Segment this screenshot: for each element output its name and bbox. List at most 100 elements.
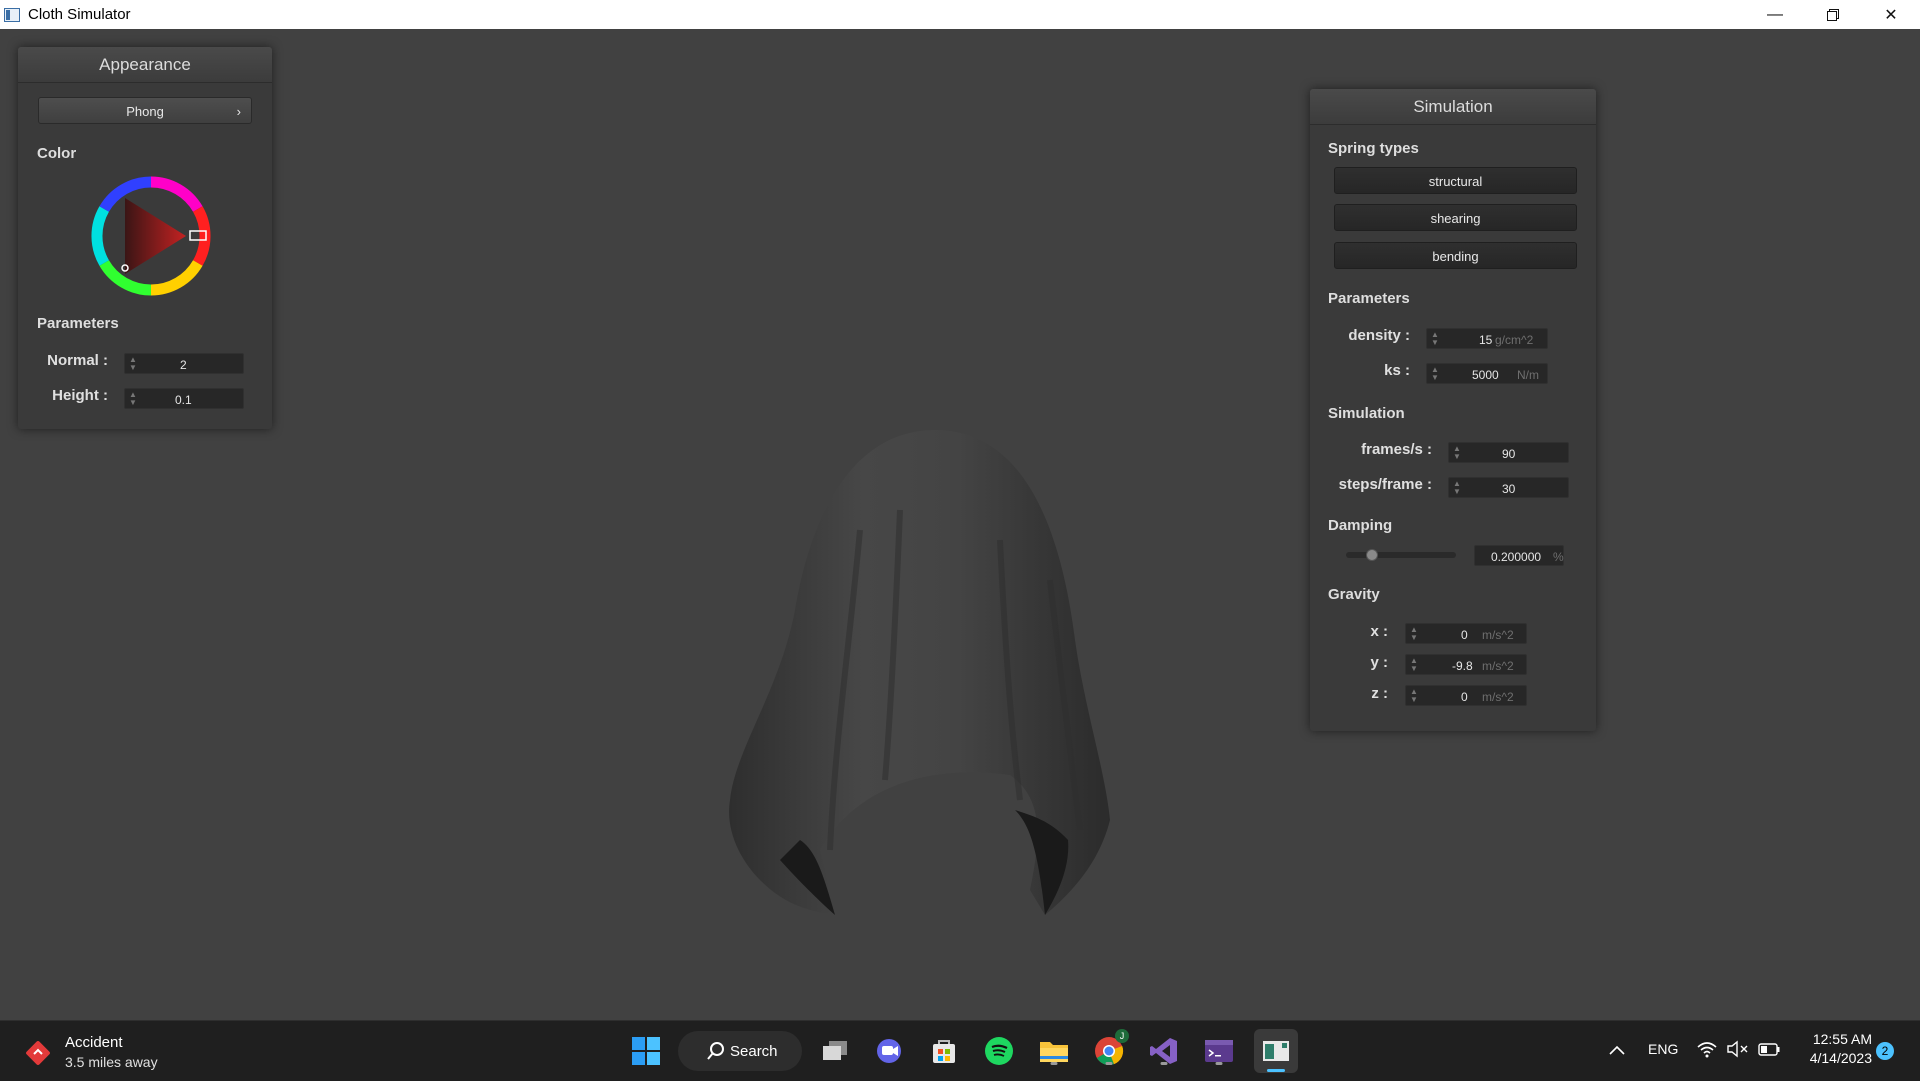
close-button[interactable]: ✕	[1862, 0, 1920, 29]
fps-value: 90	[1502, 447, 1516, 461]
gx-label: x :	[1370, 623, 1388, 640]
spinner-icon[interactable]: ▲ ▼	[1410, 657, 1418, 673]
search-button[interactable]: Search	[678, 1031, 802, 1071]
height-input[interactable]: ▲ ▼ 0.1	[124, 388, 244, 409]
title-bar: Cloth Simulator — ✕	[0, 0, 1920, 29]
spinner-icon[interactable]: ▲ ▼	[129, 391, 137, 407]
spotify-icon	[985, 1037, 1013, 1065]
normal-input[interactable]: ▲ ▼ 2	[124, 353, 244, 374]
running-indicator	[1105, 1062, 1113, 1065]
chat-icon	[877, 1039, 901, 1063]
height-label: Height :	[52, 387, 108, 404]
appearance-panel-title: Appearance	[18, 47, 272, 83]
density-input[interactable]: ▲ ▼ 15 g/cm^2	[1426, 328, 1548, 349]
terminal-icon	[1205, 1040, 1233, 1062]
spotify-button[interactable]	[981, 1033, 1017, 1069]
visual-studio-button[interactable]	[1146, 1033, 1182, 1069]
clock[interactable]: 12:55 AM 4/14/2023	[1796, 1031, 1872, 1066]
notification-badge[interactable]: 2	[1876, 1042, 1894, 1060]
sim-section-label: Simulation	[1328, 405, 1405, 422]
bending-button[interactable]: bending	[1334, 242, 1577, 269]
ks-value: 5000	[1472, 368, 1499, 382]
start-button[interactable]	[628, 1033, 664, 1069]
fps-input[interactable]: ▲ ▼ 90	[1448, 442, 1569, 463]
damping-input[interactable]: 0.200000 %	[1474, 545, 1564, 566]
damping-value: 0.200000	[1491, 550, 1542, 564]
chrome-button[interactable]: J	[1091, 1029, 1129, 1069]
gy-input[interactable]: ▲ ▼ -9.8 m/s^2	[1405, 654, 1527, 675]
show-hidden-icons-button[interactable]	[1607, 1039, 1629, 1061]
damping-slider[interactable]	[1346, 549, 1456, 561]
gz-input[interactable]: ▲ ▼ 0 m/s^2	[1405, 685, 1527, 706]
notification-subtitle: 3.5 miles away	[65, 1054, 158, 1070]
gz-value: 0	[1461, 690, 1468, 704]
cloth-viewport[interactable]	[700, 420, 1160, 940]
density-label: density :	[1348, 327, 1410, 344]
spinner-icon[interactable]: ▲ ▼	[1410, 626, 1418, 642]
gx-input[interactable]: ▲ ▼ 0 m/s^2	[1405, 623, 1527, 644]
traffic-notification[interactable]: Accident 3.5 miles away	[24, 1033, 184, 1073]
color-wheel[interactable]	[91, 176, 211, 296]
damping-slider-handle[interactable]	[1365, 549, 1378, 561]
steps-input[interactable]: ▲ ▼ 30	[1448, 477, 1569, 498]
damping-label: Damping	[1328, 517, 1393, 534]
spinner-icon[interactable]: ▲ ▼	[1431, 366, 1439, 382]
cloth-simulator-taskbar-button[interactable]	[1254, 1029, 1298, 1073]
cloth-simulator-icon	[1263, 1041, 1289, 1061]
running-indicator	[1160, 1062, 1168, 1065]
teams-chat-button[interactable]	[871, 1033, 907, 1069]
task-view-icon	[823, 1041, 847, 1060]
gy-value: -9.8	[1452, 659, 1473, 673]
language-indicator[interactable]: ENG	[1648, 1041, 1678, 1057]
appearance-panel: Appearance Phong › Color Parameters Norm…	[18, 47, 272, 429]
search-icon	[707, 1042, 724, 1060]
quick-settings-button[interactable]	[1696, 1037, 1784, 1063]
simulation-panel-title: Simulation	[1310, 89, 1596, 125]
steps-value: 30	[1502, 482, 1516, 496]
active-indicator	[1267, 1069, 1285, 1072]
appearance-params-label: Parameters	[37, 315, 119, 332]
height-value: 0.1	[175, 393, 192, 407]
folder-icon	[1040, 1042, 1068, 1062]
search-label: Search	[730, 1042, 778, 1060]
spinner-icon[interactable]: ▲ ▼	[129, 356, 137, 372]
normal-label: Normal :	[47, 352, 108, 369]
saturation-triangle[interactable]	[125, 198, 186, 274]
ks-input[interactable]: ▲ ▼ 5000 N/m	[1426, 363, 1548, 384]
spinner-icon[interactable]: ▲ ▼	[1410, 688, 1418, 704]
battery-icon	[1758, 1043, 1780, 1056]
terminal-button[interactable]	[1201, 1033, 1237, 1069]
minimize-button[interactable]: —	[1746, 0, 1804, 29]
clock-date: 4/14/2023	[1809, 1050, 1872, 1066]
shading-dropdown[interactable]: Phong ›	[38, 97, 252, 124]
app-icon	[4, 7, 20, 22]
running-indicator	[1215, 1062, 1223, 1065]
wifi-icon	[1697, 1042, 1717, 1058]
spring-types-label: Spring types	[1328, 140, 1419, 157]
normal-value: 2	[180, 358, 187, 372]
spinner-icon[interactable]: ▲ ▼	[1453, 480, 1461, 496]
spinner-icon[interactable]: ▲ ▼	[1431, 331, 1439, 347]
sim-params-label: Parameters	[1328, 290, 1410, 307]
restore-icon	[1827, 8, 1839, 21]
store-icon	[933, 1040, 955, 1063]
traffic-alert-icon	[26, 1041, 50, 1065]
chevron-right-icon: ›	[236, 104, 241, 119]
task-view-button[interactable]	[817, 1033, 853, 1069]
gz-label: z :	[1371, 685, 1388, 702]
gz-unit: m/s^2	[1482, 690, 1514, 704]
gy-unit: m/s^2	[1482, 659, 1514, 673]
structural-button[interactable]: structural	[1334, 167, 1577, 194]
simulation-panel: Simulation Spring types structural shear…	[1310, 89, 1596, 731]
microsoft-store-button[interactable]	[926, 1033, 962, 1069]
volume-muted-icon	[1727, 1040, 1748, 1058]
shading-dropdown-label: Phong	[126, 104, 164, 119]
steps-label: steps/frame :	[1338, 476, 1432, 493]
ks-unit: N/m	[1517, 368, 1539, 382]
spinner-icon[interactable]: ▲ ▼	[1453, 445, 1461, 461]
shearing-button[interactable]: shearing	[1334, 204, 1577, 231]
ks-label: ks :	[1384, 362, 1410, 379]
file-explorer-button[interactable]	[1036, 1033, 1072, 1069]
clock-time: 12:55 AM	[1812, 1031, 1872, 1047]
restore-button[interactable]	[1804, 0, 1862, 29]
